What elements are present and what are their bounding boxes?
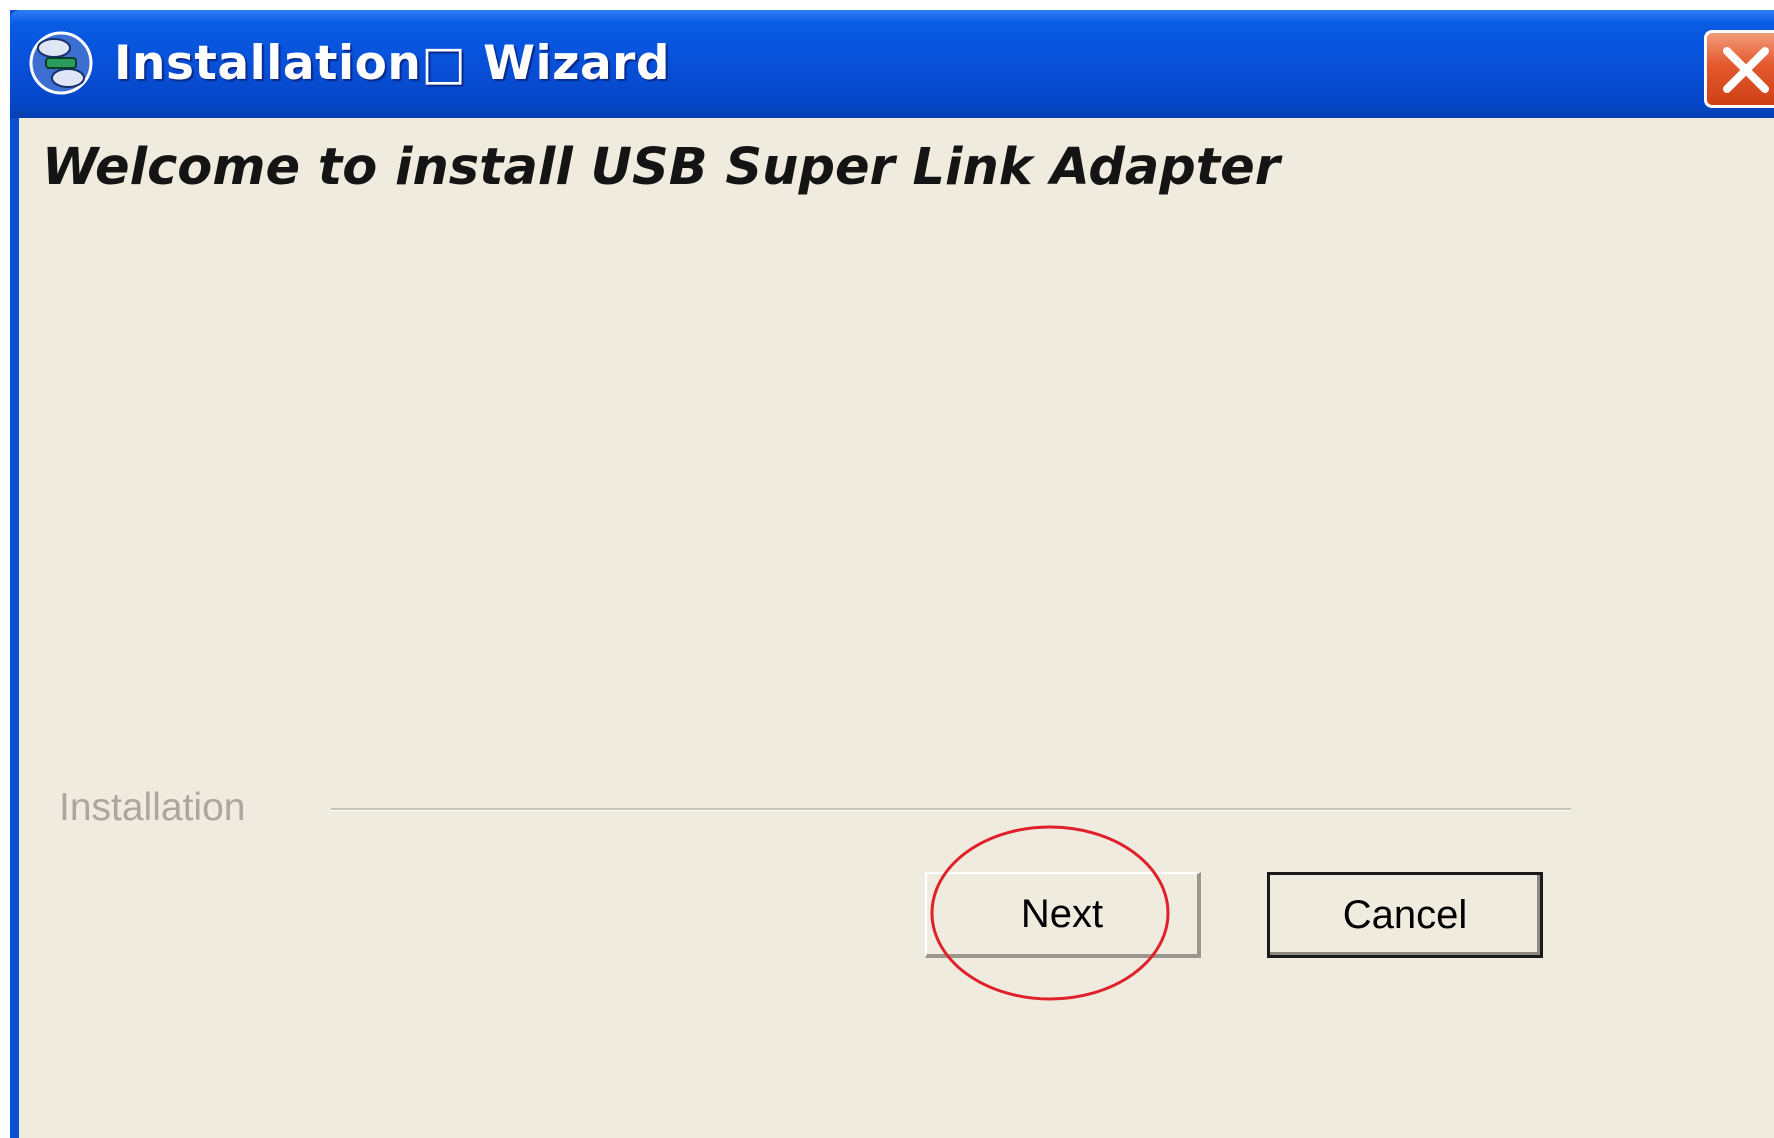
cancel-button[interactable]: Cancel: [1267, 872, 1543, 958]
window-title: Installation□ Wizard: [114, 36, 670, 91]
welcome-heading: Welcome to install USB Super Link Adapte…: [42, 138, 1280, 197]
title-bar[interactable]: Installation□ Wizard: [10, 10, 1774, 118]
close-button[interactable]: [1704, 30, 1774, 108]
next-button[interactable]: Next: [925, 872, 1201, 958]
installation-group-label: Installation: [59, 786, 246, 829]
installation-wizard-window: Installation□ Wizard Welcome to install …: [10, 10, 1774, 1138]
group-separator: [331, 808, 1571, 811]
installer-app-icon: [26, 28, 96, 98]
